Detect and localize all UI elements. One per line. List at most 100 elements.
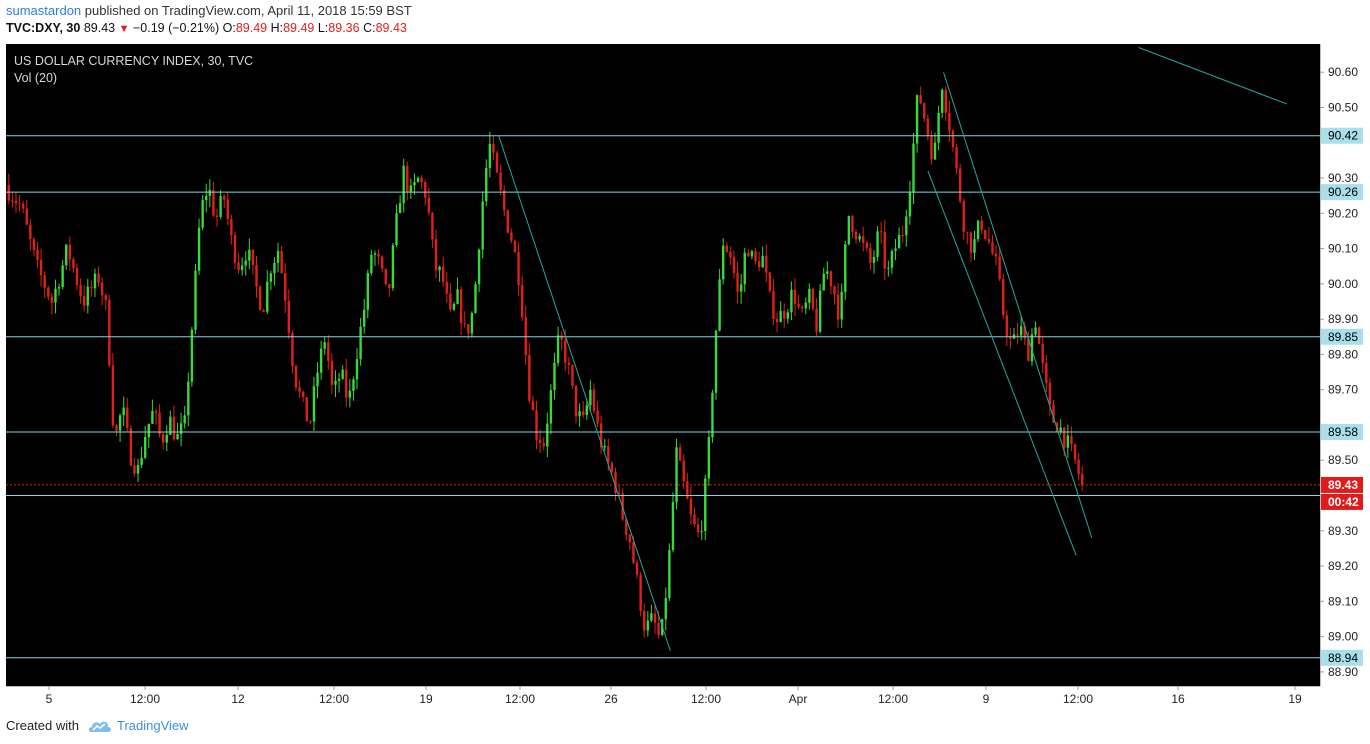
candle-body xyxy=(75,267,79,285)
candle-body xyxy=(337,378,341,381)
candle-body xyxy=(133,465,136,474)
candle-body xyxy=(567,362,571,365)
candle-body xyxy=(962,201,965,232)
candle-body xyxy=(416,177,420,183)
down-arrow-icon: ▼ xyxy=(118,23,130,35)
price-chart[interactable]: 90.60 90.50 90.30 90.20 90.10 90.00 89.90 89.80… xyxy=(0,44,1370,708)
candle-body xyxy=(449,293,452,310)
candle-body xyxy=(704,478,707,532)
candle-body xyxy=(826,271,829,274)
candle-body xyxy=(434,239,438,271)
candle-body xyxy=(538,439,542,444)
candle-body xyxy=(553,362,556,391)
candle-body xyxy=(783,310,786,319)
candle-body xyxy=(718,279,721,331)
author-link[interactable]: sumastardon xyxy=(6,3,81,18)
time-axis[interactable] xyxy=(6,686,1320,708)
candle-body xyxy=(632,542,635,563)
time-tick-label: 12:00 xyxy=(878,692,908,706)
candle-body xyxy=(869,247,872,263)
candle-body xyxy=(725,245,728,252)
candle-body xyxy=(635,562,639,575)
candle-body xyxy=(765,255,768,273)
candle-body xyxy=(739,284,743,292)
candle-body xyxy=(309,421,312,423)
candle-body xyxy=(829,271,833,287)
candle-body xyxy=(535,410,538,440)
candle-body xyxy=(68,244,72,260)
candle-body xyxy=(151,410,154,424)
candle-body xyxy=(424,181,427,198)
ohlc-line: TVC:DXY, 30 89.43 ▼ −0.19 (−0.21%) O:89.… xyxy=(6,21,407,35)
candle-body xyxy=(506,210,510,233)
candle-body xyxy=(908,192,912,217)
candle-body xyxy=(628,534,632,543)
candle-body xyxy=(872,256,876,263)
candle-body xyxy=(510,232,513,241)
candle-body xyxy=(1016,334,1019,336)
tradingview-link[interactable]: TradingView xyxy=(117,718,189,733)
candle-body xyxy=(341,369,344,379)
candle-body xyxy=(1077,459,1080,475)
price-tick-label: 88.90 xyxy=(1328,665,1358,679)
candle-body xyxy=(1045,363,1048,383)
candle-body xyxy=(757,261,761,268)
candle-body xyxy=(879,231,883,233)
candle-body xyxy=(165,434,168,443)
candle-body xyxy=(528,355,531,401)
candle-body xyxy=(294,365,298,388)
candle-body xyxy=(158,412,161,435)
plot-area[interactable] xyxy=(6,44,1320,686)
candle-body xyxy=(729,251,732,258)
candle-body xyxy=(355,359,359,380)
candle-body xyxy=(854,231,858,240)
candle-body xyxy=(248,249,251,261)
candle-body xyxy=(653,613,657,623)
candle-body xyxy=(427,197,431,213)
candle-body xyxy=(334,380,337,385)
candle-body xyxy=(459,289,463,324)
candle-body xyxy=(754,251,757,262)
candle-body xyxy=(485,167,488,202)
candle-body xyxy=(833,286,836,295)
candle-body xyxy=(463,323,466,325)
candle-body xyxy=(32,238,36,251)
candle-body xyxy=(36,250,39,260)
candle-body xyxy=(844,244,847,292)
time-tick-label: 5 xyxy=(46,692,53,706)
candle-body xyxy=(862,236,865,243)
candle-body xyxy=(585,405,588,416)
candle-body xyxy=(976,220,980,240)
candle-body xyxy=(610,463,614,472)
candle-body xyxy=(244,260,247,266)
candle-body xyxy=(97,273,100,283)
candle-body xyxy=(298,387,301,392)
candle-body xyxy=(1037,327,1041,344)
candle-body xyxy=(603,445,606,448)
price-tick-label: 90.50 xyxy=(1328,100,1358,114)
countdown-tag-label: 00:42 xyxy=(1328,495,1359,509)
candle-body xyxy=(61,265,64,288)
candle-body xyxy=(1066,435,1070,448)
candle-body xyxy=(176,433,179,440)
candle-body xyxy=(722,245,725,280)
candle-body xyxy=(958,168,962,202)
candle-body xyxy=(384,268,387,285)
candle-body xyxy=(581,411,585,416)
candle-body xyxy=(503,190,506,211)
candle-body xyxy=(991,242,994,254)
price-tick-label: 89.20 xyxy=(1328,559,1358,573)
candle-body xyxy=(183,415,186,424)
level-price-tag-label: 90.26 xyxy=(1328,185,1358,199)
candle-body xyxy=(316,372,319,387)
tradingview-logo-icon[interactable] xyxy=(88,717,112,735)
candle-body xyxy=(840,291,843,320)
candle-body xyxy=(747,252,750,257)
candle-body xyxy=(664,598,667,620)
candle-body xyxy=(111,365,115,426)
candle-body xyxy=(352,379,355,391)
close-value: 89.43 xyxy=(375,21,407,35)
candle-body xyxy=(1019,326,1023,336)
candle-body xyxy=(445,281,448,294)
candle-body xyxy=(470,312,474,334)
